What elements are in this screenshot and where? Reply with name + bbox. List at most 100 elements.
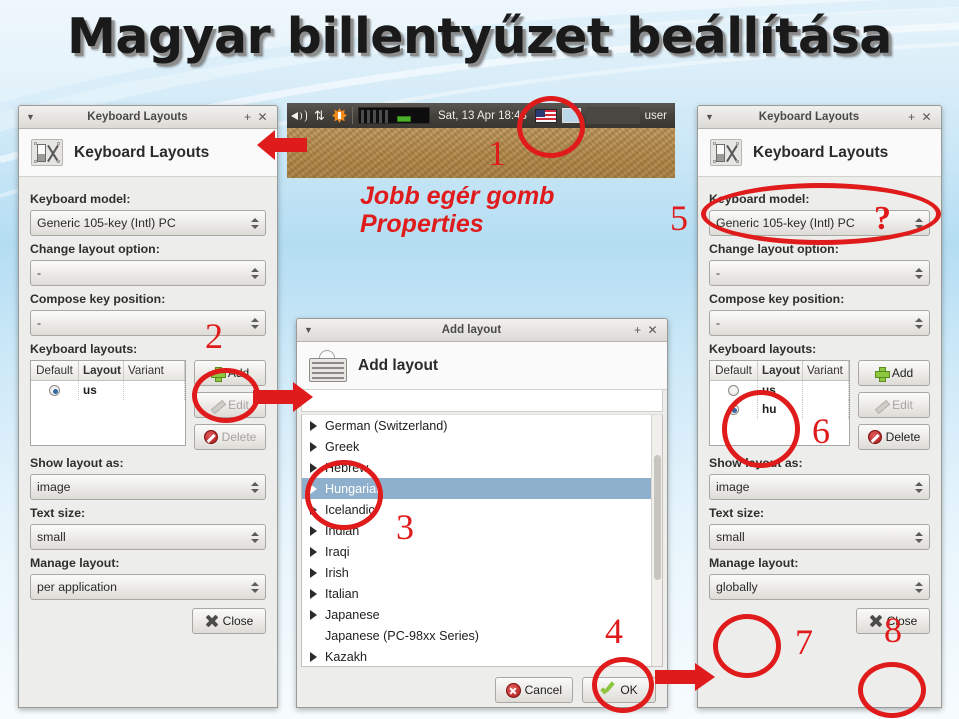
edit-button[interactable]: Edit [858, 392, 930, 418]
expand-triangle-icon[interactable] [310, 546, 318, 557]
default-radio-cell[interactable] [710, 381, 758, 400]
plus-icon [874, 366, 890, 382]
spinner-icon[interactable] [250, 531, 259, 543]
default-radio[interactable] [49, 385, 60, 397]
edit-button[interactable]: Edit [194, 392, 266, 418]
list-item[interactable]: Hebrew [302, 457, 662, 478]
table-row[interactable]: hu [710, 400, 849, 419]
volume-icon[interactable] [291, 109, 309, 123]
cancel-button[interactable]: Cancel [494, 677, 573, 703]
maximize-icon[interactable]: + [904, 111, 919, 123]
spinner-icon[interactable] [250, 581, 259, 593]
list-item[interactable]: Irish [302, 562, 662, 583]
burst-icon[interactable] [332, 108, 347, 123]
network-icon[interactable]: ⇅ [314, 108, 327, 123]
add-button[interactable]: Add [858, 360, 930, 386]
spinner-icon[interactable] [914, 481, 923, 493]
spinner-icon[interactable] [250, 481, 259, 493]
delete-button[interactable]: Delete [858, 424, 930, 450]
keyboard-model-value: Generic 105-key (Intl) PC [37, 216, 176, 230]
label-change-layout-option: Change layout option: [30, 242, 160, 256]
compose-key-position-select[interactable]: - [709, 310, 930, 336]
default-radio[interactable] [728, 385, 739, 397]
manage-layout-select[interactable]: per application [30, 574, 266, 600]
list-item[interactable]: Kazakh [302, 646, 662, 666]
layout-list[interactable]: German (Switzerland) Greek Hebrew Hungarian… [301, 414, 663, 667]
layout-code: hu [758, 400, 803, 419]
table-row[interactable]: us [31, 381, 185, 400]
delete-button-label: Delete [885, 430, 921, 444]
change-layout-option-select[interactable]: - [30, 260, 266, 286]
table-row[interactable]: us [710, 381, 849, 400]
spinner-icon[interactable] [914, 317, 923, 329]
pencil-icon [211, 399, 224, 412]
expand-triangle-icon[interactable] [310, 525, 318, 536]
spinner-icon[interactable] [914, 267, 923, 279]
expand-triangle-icon[interactable] [310, 609, 318, 620]
list-item[interactable]: Japanese (PC-98xx Series) [302, 625, 662, 646]
list-item-label: Japanese (PC-98xx Series) [325, 628, 479, 643]
scrollbar-thumb[interactable] [654, 455, 661, 580]
list-item[interactable]: Italian [302, 583, 662, 604]
list-scrollbar[interactable] [651, 415, 662, 666]
close-button[interactable]: Close [192, 608, 266, 634]
window-menu-icon[interactable]: ▼ [304, 325, 313, 335]
default-radio[interactable] [728, 404, 739, 416]
maximize-icon[interactable]: + [630, 324, 645, 336]
expand-triangle-icon[interactable] [310, 441, 318, 452]
workspace-switcher[interactable] [561, 108, 581, 123]
window-menu-icon[interactable]: ▼ [705, 112, 714, 122]
close-icon[interactable]: ✕ [255, 111, 270, 123]
ok-button[interactable]: OK [582, 677, 656, 703]
list-item[interactable]: Iraqi [302, 541, 662, 562]
close-button[interactable]: Close [856, 608, 930, 634]
list-item[interactable]: Indian [302, 520, 662, 541]
list-item[interactable]: German (Switzerland) [302, 415, 662, 436]
expand-triangle-icon[interactable] [310, 462, 318, 473]
keyboard-layouts-table[interactable]: Default Layout Variant us hu [709, 360, 850, 446]
list-item[interactable]: Hungarian [302, 478, 662, 499]
keyboard-layouts-table[interactable]: Default Layout Variant us [30, 360, 186, 446]
expand-triangle-icon[interactable] [310, 631, 318, 640]
keyboard-model-select[interactable]: Generic 105-key (Intl) PC [30, 210, 266, 236]
expand-triangle-icon[interactable] [310, 483, 318, 494]
close-icon[interactable]: ✕ [919, 111, 934, 123]
list-item[interactable]: Greek [302, 436, 662, 457]
expand-triangle-icon[interactable] [310, 420, 318, 431]
spinner-icon[interactable] [914, 581, 923, 593]
list-item-label: Hungarian [325, 481, 384, 496]
list-item[interactable]: Japanese [302, 604, 662, 625]
show-layout-as-select[interactable]: image [709, 474, 930, 500]
system-monitor-icon[interactable] [358, 107, 430, 124]
default-radio-cell[interactable] [710, 400, 758, 419]
label-text-size: Text size: [30, 506, 86, 520]
keyboard-model-select[interactable]: Generic 105-key (Intl) PC [709, 210, 930, 236]
expand-triangle-icon[interactable] [310, 567, 318, 578]
show-layout-as-select[interactable]: image [30, 474, 266, 500]
maximize-icon[interactable]: + [240, 111, 255, 123]
change-layout-option-select[interactable]: - [709, 260, 930, 286]
text-size-select[interactable]: small [709, 524, 930, 550]
expand-triangle-icon[interactable] [310, 651, 318, 662]
compose-key-position-select[interactable]: - [30, 310, 266, 336]
spinner-icon[interactable] [250, 317, 259, 329]
close-icon[interactable]: ✕ [645, 324, 660, 336]
spinner-icon[interactable] [914, 531, 923, 543]
layout-search-input[interactable] [301, 390, 663, 412]
spinner-icon[interactable] [914, 217, 923, 229]
window-menu-icon[interactable]: ▼ [26, 112, 35, 122]
annotation-note: Jobb egér gomb Properties [360, 182, 555, 238]
default-radio-cell[interactable] [31, 381, 79, 400]
spinner-icon[interactable] [250, 267, 259, 279]
text-size-select[interactable]: small [30, 524, 266, 550]
manage-layout-select[interactable]: globally [709, 574, 930, 600]
delete-button[interactable]: Delete [194, 424, 266, 450]
spinner-icon[interactable] [250, 217, 259, 229]
expand-triangle-icon[interactable] [310, 504, 318, 515]
user-menu[interactable]: user [645, 110, 671, 122]
add-button[interactable]: Add [194, 360, 266, 386]
expand-triangle-icon[interactable] [310, 588, 318, 599]
us-flag-icon[interactable] [534, 108, 557, 123]
list-item[interactable]: Icelandic [302, 499, 662, 520]
clock[interactable]: Sat, 13 Apr 18:43 [438, 110, 527, 122]
